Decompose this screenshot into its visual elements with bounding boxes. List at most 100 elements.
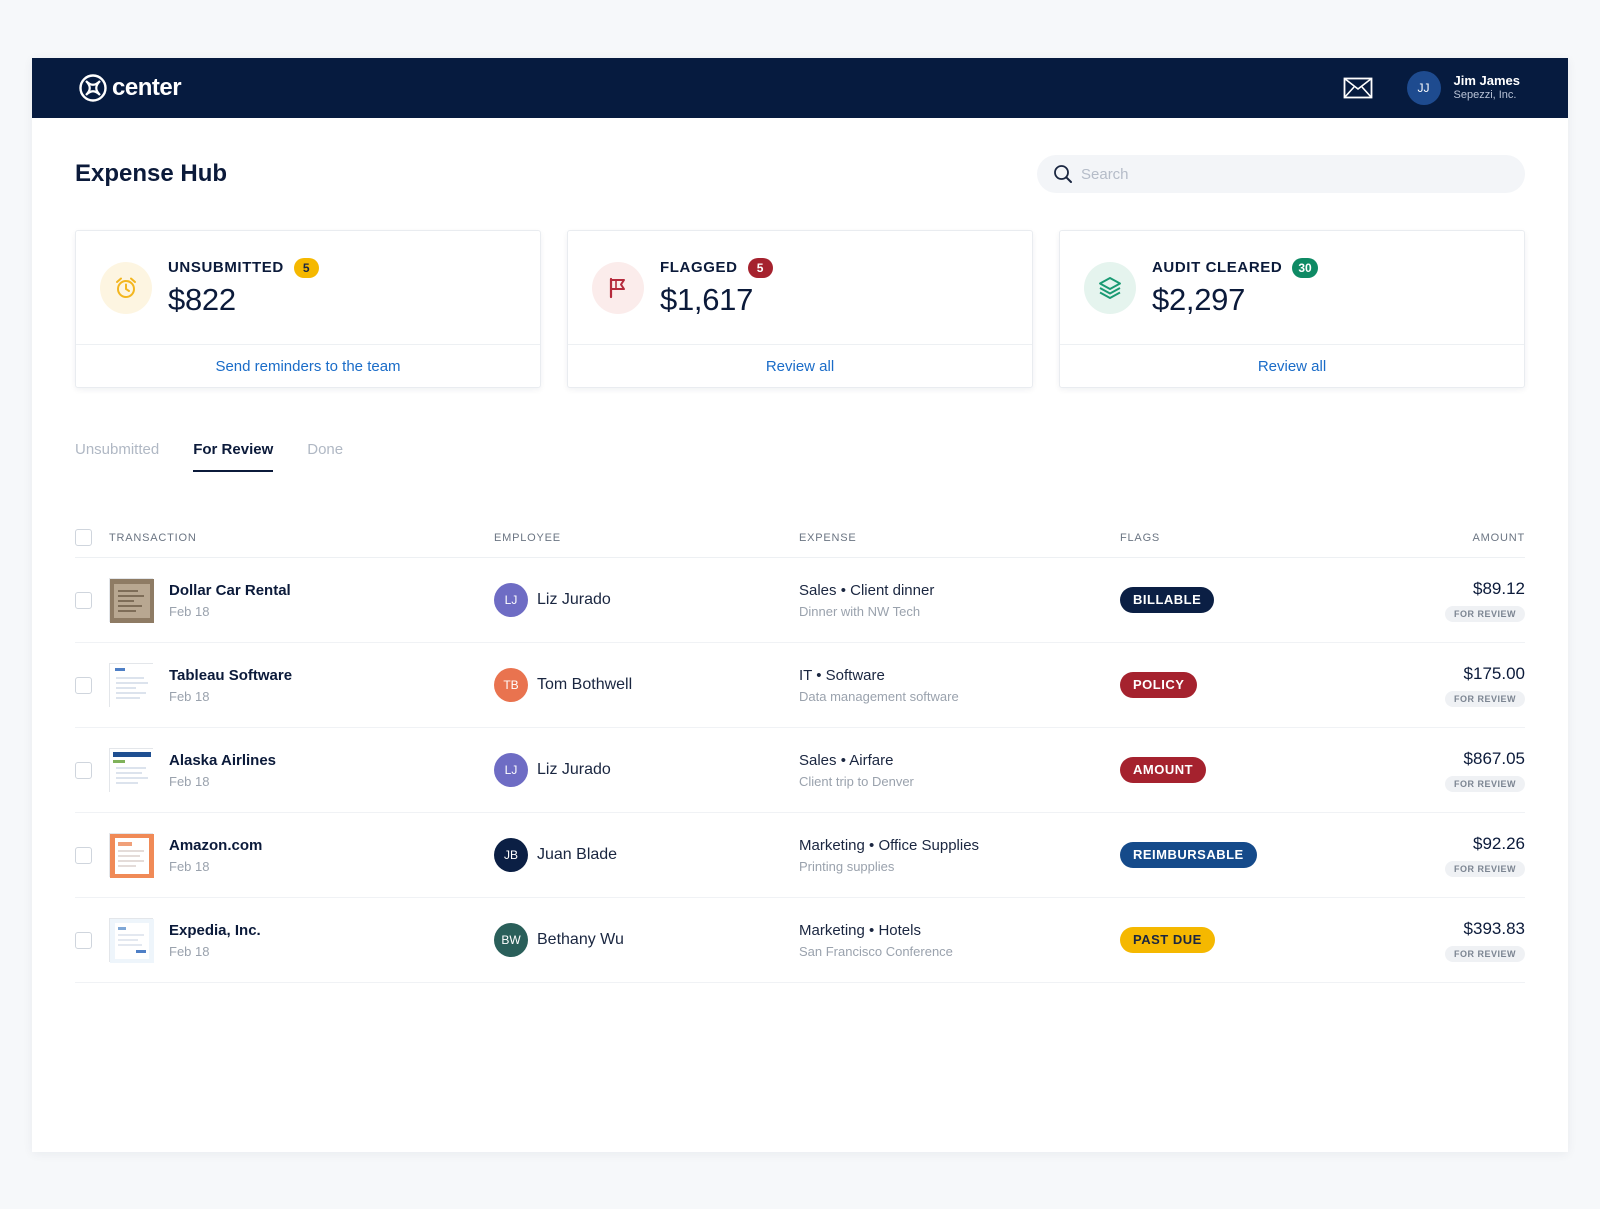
transaction-amount: $89.12 (1473, 578, 1525, 598)
user-menu[interactable]: Jim James Sepezzi, Inc. (1454, 73, 1521, 103)
search-input[interactable] (1081, 165, 1509, 183)
receipt-thumbnail[interactable] (109, 918, 154, 963)
card-flagged: FLAGGED 5 $1,617 Review all (567, 230, 1033, 388)
flag-badge[interactable]: BILLABLE (1120, 587, 1215, 613)
search-bar (1037, 155, 1525, 193)
card-amount: $2,297 (1152, 281, 1246, 317)
employee-name: Liz Jurado (537, 591, 611, 608)
row-checkbox[interactable] (75, 676, 92, 694)
receipt-thumbnail[interactable] (109, 663, 154, 708)
transaction-amount: $393.83 (1463, 918, 1525, 938)
table-row[interactable]: Amazon.com Feb 18 JB Juan Blade Marketing • … (75, 813, 1525, 898)
expense-description: Printing supplies (799, 858, 895, 874)
table-row[interactable]: Tableau Software Feb 18 TB Tom Bothwell IT •… (75, 643, 1525, 728)
page-title: Expense Hub (75, 160, 228, 187)
card-amount: $1,617 (660, 281, 754, 317)
card-label: UNSUBMITTED (168, 259, 284, 276)
card-audit-cleared: AUDIT CLEARED 30 $2,297 Review all (1059, 230, 1525, 388)
review-all-flagged-link[interactable]: Review all (568, 345, 1032, 387)
row-checkbox[interactable] (75, 931, 92, 949)
expense-category: Sales • Client dinner (799, 581, 935, 599)
transaction-date: Feb 18 (169, 858, 210, 874)
col-expense[interactable]: EXPENSE (799, 532, 1120, 544)
receipt-thumbnail[interactable] (109, 833, 154, 878)
summary-cards: UNSUBMITTED 5 $822 Send reminders to the… (75, 230, 1525, 388)
status-badge: FOR REVIEW (1444, 690, 1525, 707)
receipt-thumbnail[interactable] (109, 578, 154, 623)
count-badge: 5 (293, 257, 319, 278)
send-reminders-link[interactable]: Send reminders to the team (76, 345, 540, 387)
transactions-table: TRANSACTION EMPLOYEE EXPENSE FLAGS AMOUN… (75, 518, 1525, 983)
user-avatar[interactable]: JJ (1406, 71, 1441, 105)
tab-bar: Unsubmitted For Review Done (75, 440, 1525, 478)
expense-description: Dinner with NW Tech (799, 603, 921, 619)
table-header: TRANSACTION EMPLOYEE EXPENSE FLAGS AMOUN… (75, 518, 1525, 558)
employee-avatar: TB (494, 668, 528, 702)
employee-name: Juan Blade (537, 846, 618, 863)
app-window: center JJ Jim James Sepezzi, Inc. Expens… (32, 58, 1568, 1152)
transaction-amount: $867.05 (1463, 748, 1525, 768)
review-all-cleared-link[interactable]: Review all (1060, 345, 1524, 387)
table-row[interactable]: Dollar Car Rental Feb 18 LJ Liz Jurado Sales… (75, 558, 1525, 643)
alarm-clock-icon (116, 277, 136, 298)
merchant-name: Tableau Software (169, 666, 293, 684)
tab-for-review[interactable]: For Review (193, 440, 274, 472)
merchant-name: Expedia, Inc. (169, 921, 261, 939)
table-row[interactable]: Expedia, Inc. Feb 18 BW Bethany Wu Marketing… (75, 898, 1525, 983)
col-employee[interactable]: EMPLOYEE (494, 532, 799, 544)
mail-icon[interactable] (1343, 77, 1373, 99)
count-badge: 30 (1292, 257, 1318, 278)
card-icon-wrap (1084, 261, 1136, 314)
logo[interactable]: center (78, 73, 182, 103)
tab-done[interactable]: Done (307, 440, 343, 472)
status-badge: FOR REVIEW (1444, 860, 1525, 877)
status-badge: FOR REVIEW (1444, 945, 1525, 962)
card-amount: $822 (168, 281, 236, 317)
merchant-name: Alaska Airlines (169, 751, 276, 769)
transaction-date: Feb 18 (169, 603, 210, 619)
card-icon-wrap (100, 261, 152, 314)
flag-icon (609, 277, 625, 298)
col-flags[interactable]: FLAGS (1120, 532, 1370, 544)
employee-avatar: JB (494, 838, 528, 872)
flag-badge[interactable]: POLICY (1120, 672, 1198, 698)
receipt-thumbnail[interactable] (109, 748, 154, 793)
flag-badge[interactable]: REIMBURSABLE (1120, 842, 1257, 868)
card-label: FLAGGED (660, 259, 738, 276)
merchant-name: Dollar Car Rental (169, 581, 291, 599)
flag-badge[interactable]: AMOUNT (1120, 757, 1207, 783)
status-badge: FOR REVIEW (1444, 775, 1525, 792)
transaction-date: Feb 18 (169, 773, 210, 789)
search-icon (1054, 165, 1072, 183)
merchant-name: Amazon.com (169, 836, 263, 854)
col-transaction[interactable]: TRANSACTION (109, 532, 494, 544)
transaction-amount: $175.00 (1463, 663, 1525, 683)
expense-description: San Francisco Conference (799, 943, 953, 959)
select-all-checkbox[interactable] (75, 529, 92, 546)
expense-category: Marketing • Hotels (799, 921, 921, 939)
tab-unsubmitted[interactable]: Unsubmitted (75, 440, 159, 472)
transaction-date: Feb 18 (169, 943, 210, 959)
expense-description: Data management software (799, 688, 959, 704)
transaction-amount: $92.26 (1473, 833, 1525, 853)
col-amount[interactable]: AMOUNT (1370, 532, 1525, 544)
employee-name: Liz Jurado (537, 761, 611, 778)
flag-badge[interactable]: PAST DUE (1120, 927, 1215, 953)
transaction-date: Feb 18 (169, 688, 210, 704)
top-navbar: center JJ Jim James Sepezzi, Inc. (32, 58, 1568, 118)
card-icon-wrap (592, 261, 644, 314)
count-badge: 5 (747, 257, 773, 278)
employee-avatar: LJ (494, 583, 528, 617)
user-name: Jim James (1453, 73, 1521, 88)
status-badge: FOR REVIEW (1444, 605, 1525, 622)
row-checkbox[interactable] (75, 591, 92, 609)
expense-category: Sales • Airfare (799, 751, 894, 769)
row-checkbox[interactable] (75, 761, 92, 779)
card-label: AUDIT CLEARED (1152, 259, 1283, 276)
employee-avatar: LJ (494, 753, 528, 787)
expense-description: Client trip to Denver (799, 773, 914, 789)
expense-category: Marketing • Office Supplies (799, 836, 980, 854)
table-row[interactable]: Alaska Airlines Feb 18 LJ Liz Jurado Sales •… (75, 728, 1525, 813)
user-company: Sepezzi, Inc. (1453, 89, 1517, 102)
row-checkbox[interactable] (75, 846, 92, 864)
